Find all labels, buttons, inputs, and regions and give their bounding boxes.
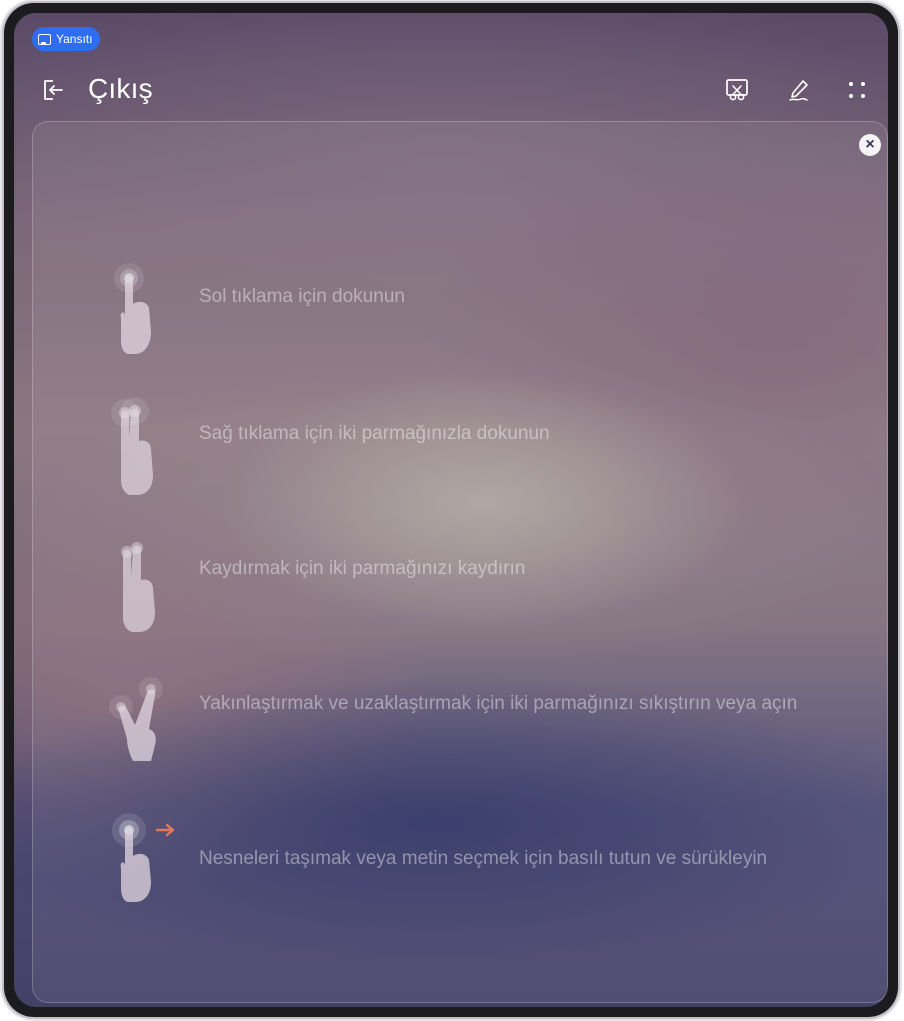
press-and-drag-icon	[112, 813, 175, 902]
gesture-label: Sağ tıklama için iki parmağınızla dokunu…	[199, 423, 550, 444]
gesture-label: Kaydırmak için iki parmağınızı kaydırın	[199, 558, 526, 579]
mirroring-status-badge[interactable]: Yansıtı	[32, 27, 101, 51]
device-frame: Yansıtı Çıkış × Sol tıklama için dokunun…	[4, 3, 898, 1017]
two-finger-tap-icon	[111, 397, 153, 495]
gesture-label: Yakınlaştırmak ve uzaklaştırmak için iki…	[199, 693, 798, 714]
exit-icon[interactable]	[40, 77, 66, 103]
gesture-label: Sol tıklama için dokunun	[199, 286, 405, 307]
close-icon[interactable]: ×	[859, 134, 881, 156]
annotate-pen-icon[interactable]	[786, 77, 812, 103]
gesture-item: Nesneleri taşımak veya metin seçmek için…	[33, 802, 888, 902]
gesture-guide-panel: × Sol tıklama için dokunun Sağ tıklama i…	[32, 121, 888, 1003]
gesture-item: Sağ tıklama için iki parmağınızla dokunu…	[33, 397, 888, 497]
exit-button[interactable]: Çıkış	[88, 73, 153, 105]
pinch-zoom-icon	[109, 677, 163, 761]
more-icon[interactable]	[844, 77, 870, 103]
top-bar: Çıkış	[14, 69, 888, 119]
screen: Yansıtı Çıkış × Sol tıklama için dokunun…	[14, 13, 888, 1007]
gesture-label: Nesneleri taşımak veya metin seçmek için…	[199, 848, 768, 869]
gesture-item: Sol tıklama için dokunun	[33, 260, 888, 360]
gesture-item: Kaydırmak için iki parmağınızı kaydırın	[33, 532, 888, 632]
screenshot-icon[interactable]	[724, 77, 750, 103]
two-finger-scroll-icon	[121, 542, 155, 632]
mirroring-status-label: Yansıtı	[56, 32, 93, 46]
gesture-item: Yakınlaştırmak ve uzaklaştırmak için iki…	[33, 667, 888, 767]
cast-icon	[38, 33, 51, 45]
single-finger-tap-icon	[114, 263, 151, 354]
